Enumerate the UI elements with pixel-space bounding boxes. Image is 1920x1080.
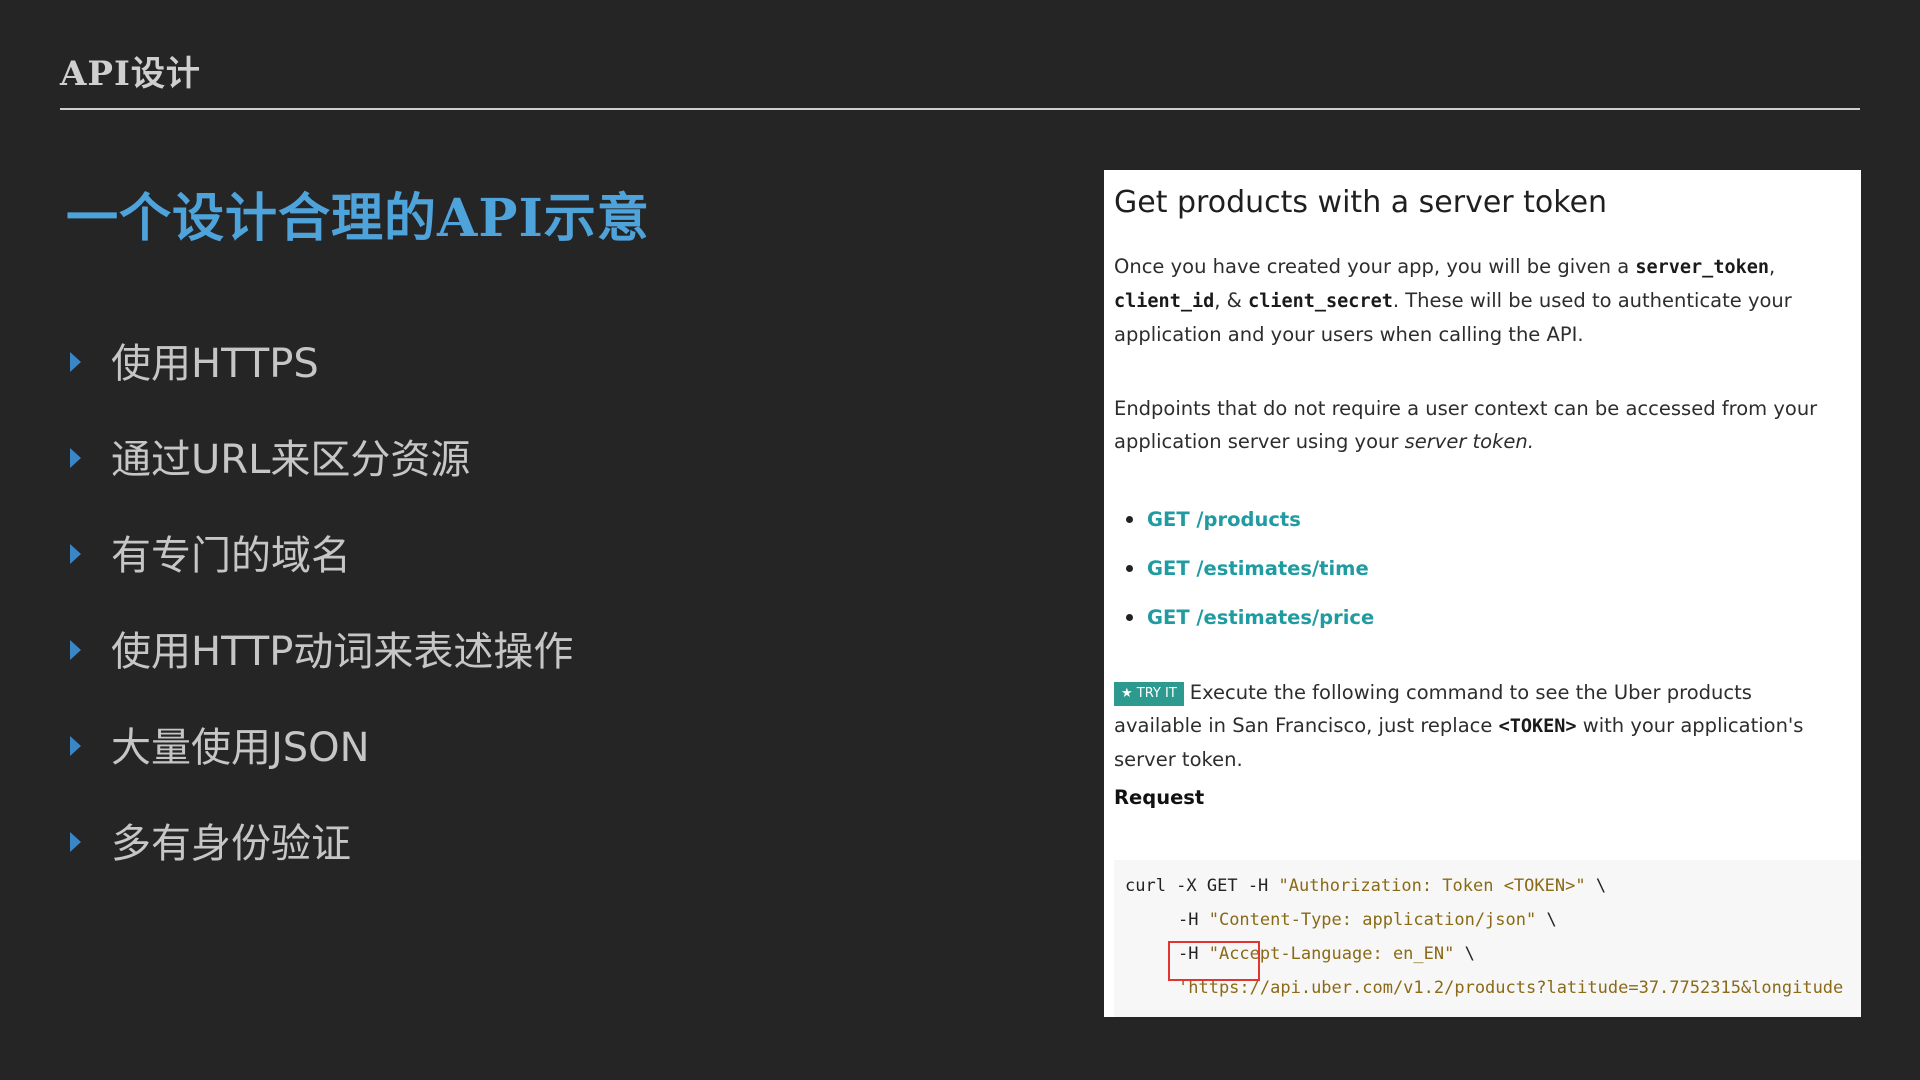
bullet-item: 有专门的域名 — [70, 504, 573, 600]
endpoint-link[interactable]: GET /products — [1147, 508, 1301, 531]
bullet-dot-icon — [1126, 614, 1133, 621]
code-token: -H — [1178, 910, 1209, 930]
code-string: 'https: — [1178, 978, 1250, 998]
request-label: Request — [1114, 786, 1205, 809]
code-token: curl -X GET -H — [1125, 876, 1279, 896]
bullet-list: 使用HTTPS 通过URL来区分资源 有专门的域名 使用HTTP动词来表述操作 … — [70, 312, 573, 888]
api-doc-screenshot: Get products with a server token Once yo… — [1104, 170, 1861, 1017]
bullet-dot-icon — [1126, 516, 1133, 523]
bullet-item: 大量使用JSON — [70, 696, 573, 792]
bullet-triangle-icon — [70, 352, 81, 372]
code-string: "Content-Type: application/json" — [1208, 910, 1537, 930]
bullet-item: 多有身份验证 — [70, 792, 573, 888]
endpoint-link[interactable]: GET /estimates/price — [1147, 606, 1374, 629]
inline-code: client_secret — [1248, 291, 1393, 312]
doc-text: , — [1769, 255, 1776, 278]
section-header: API设计 — [60, 54, 201, 94]
bullet-text: 使用HTTP动词来表述操作 — [111, 629, 574, 675]
inline-code: client_id — [1114, 291, 1215, 312]
endpoint-link[interactable]: GET /estimates/time — [1147, 557, 1369, 580]
code-token: \ — [1454, 944, 1475, 964]
code-string: "Authorization: Token <TOKEN>" — [1278, 876, 1586, 896]
inline-code: <TOKEN> — [1498, 716, 1577, 737]
bullet-text: 大量使用JSON — [111, 725, 370, 771]
bullet-text: 通过URL来区分资源 — [111, 437, 471, 483]
endpoint-item: GET /estimates/time — [1126, 544, 1374, 593]
bullet-triangle-icon — [70, 736, 81, 756]
try-it-button[interactable]: ★ TRY IT — [1114, 682, 1184, 706]
bullet-dot-icon — [1126, 565, 1133, 572]
code-string: //api.uber.com/v1.2/products?latitude=37… — [1249, 978, 1844, 998]
bullet-text: 有专门的域名 — [111, 533, 351, 579]
code-token: \ — [1585, 876, 1607, 896]
code-line: 'https://api.uber.com/v1.2/products?lati… — [1178, 978, 1843, 998]
code-line: -H "Content-Type: application/json" \ — [1178, 910, 1557, 930]
bullet-triangle-icon — [70, 640, 81, 660]
endpoint-list: GET /products GET /estimates/time GET /e… — [1126, 495, 1374, 642]
slide-title: 一个设计合理的API示意 — [66, 188, 650, 249]
bullet-text: 使用HTTPS — [111, 341, 319, 387]
bullet-triangle-icon — [70, 448, 81, 468]
bullet-triangle-icon — [70, 544, 81, 564]
code-line: curl -X GET -H "Authorization: Token <TO… — [1125, 876, 1606, 896]
code-token: \ — [1536, 910, 1557, 930]
doc-try-paragraph: ★ TRY IT Execute the following command to… — [1114, 676, 1844, 776]
bullet-item: 通过URL来区分资源 — [70, 408, 573, 504]
https-highlight-box — [1168, 941, 1260, 981]
doc-intro-paragraph: Once you have created your app, you will… — [1114, 250, 1844, 351]
doc-emphasis: server token. — [1404, 430, 1534, 453]
doc-text: Once you have created your app, you will… — [1114, 255, 1636, 278]
code-block: curl -X GET -H "Authorization: Token <TO… — [1114, 860, 1861, 1017]
bullet-triangle-icon — [70, 832, 81, 852]
bullet-item: 使用HTTPS — [70, 312, 573, 408]
bullet-text: 多有身份验证 — [111, 821, 351, 867]
inline-code: server_token — [1635, 257, 1770, 278]
bullet-item: 使用HTTP动词来表述操作 — [70, 600, 573, 696]
doc-text: , & — [1214, 289, 1249, 312]
endpoint-item: GET /products — [1126, 495, 1374, 544]
doc-endpoints-paragraph: Endpoints that do not require a user con… — [1114, 392, 1844, 458]
doc-heading: Get products with a server token — [1114, 185, 1608, 220]
header-divider — [60, 108, 1860, 110]
endpoint-item: GET /estimates/price — [1126, 593, 1374, 642]
